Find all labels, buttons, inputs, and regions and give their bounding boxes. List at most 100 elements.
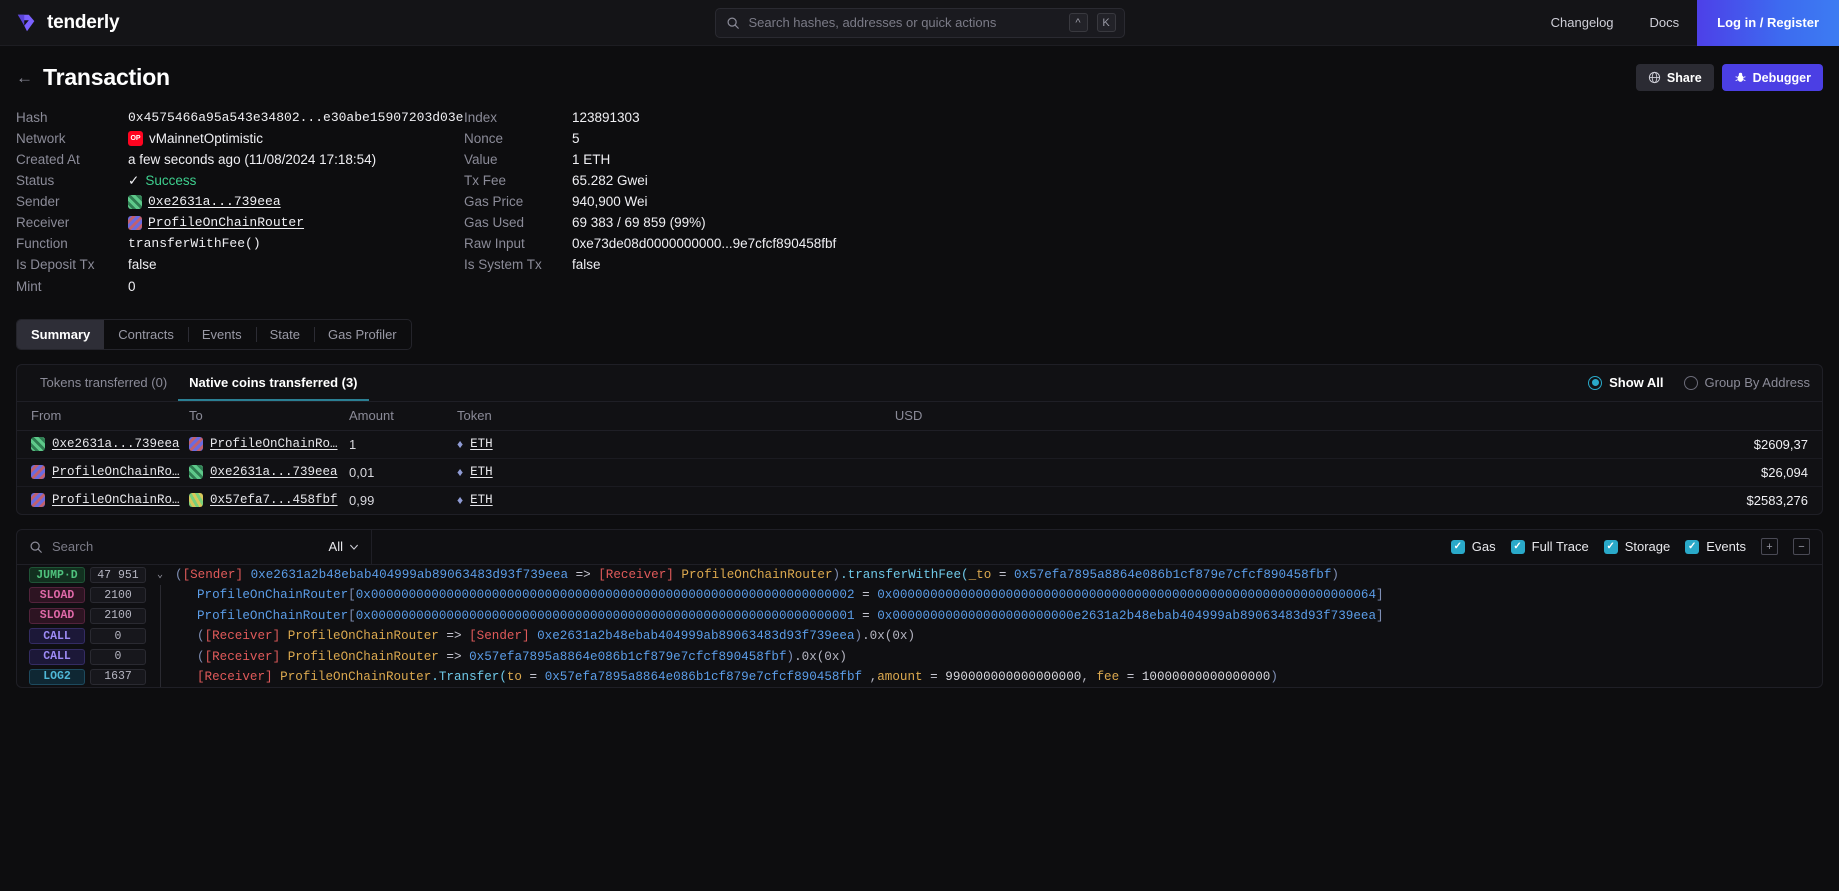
detail-label: Raw Input [464,236,525,252]
column-header-usd: USD [894,401,1822,431]
detail-value-text: 0 [128,278,136,294]
trace-row: LOG2 1637 [Receiver] ProfileOnChainRouter.… [17,666,1822,688]
detail-value: 69 383 / 69 859 (99%) [572,215,706,230]
gas-value: 2100 [90,587,146,604]
tab-gas-profiler[interactable]: Gas Profiler [314,320,411,349]
avatar-blue-icon [189,437,203,452]
trace-segment: .transferWithFee( [840,568,969,583]
toggle-full-trace[interactable]: ✓ Full Trace [1510,539,1589,554]
header-actions: Share Debugger [1635,64,1823,91]
tab-summary[interactable]: Summary [17,319,105,349]
back-arrow-icon[interactable]: ← [16,69,33,86]
trace-segment: fee [1096,669,1120,684]
trace-search-input[interactable] [52,539,320,555]
transfer-to-wrapper: 0x57efa7...458fbf [189,493,349,508]
share-button[interactable]: Share [1635,64,1714,91]
avatar-blue-icon [31,465,45,480]
detail-value-link[interactable]: 0xe2631a...739eea [148,194,281,209]
radio-group-by-address[interactable]: Group By Address [1683,375,1810,390]
trace-tree-line [155,626,165,647]
trace-search[interactable]: All [17,529,372,564]
trace-filter-select[interactable]: All [329,539,359,554]
detail-row: Network OP vMainnetOptimistic [16,128,464,149]
trace-segment: [Receiver] [204,649,288,664]
transfer-from-cell: ProfileOnChainRo… [17,486,189,514]
tab-state[interactable]: State [255,320,314,349]
trace-segment: ( [197,649,205,664]
trace-text: ([Receiver] ProfileOnChainRouter => 0x57… [165,650,847,664]
transfer-amount: 0,99 [349,492,375,508]
trace-tree-line [155,585,165,606]
trace-row-gutter: LOG2 1637 [17,668,155,685]
trace-segment: .Transfer( [431,669,507,684]
toggle-label: Events [1706,539,1746,555]
tab-contracts[interactable]: Contracts [104,320,188,349]
transfer-from-link[interactable]: ProfileOnChainRo… [52,493,180,507]
login-register-button[interactable]: Log in / Register [1697,0,1839,46]
toggle-events[interactable]: ✓ Events [1685,539,1746,554]
detail-value-link[interactable]: ProfileOnChainRouter [148,215,304,230]
transfers-table-body: 0xe2631a...739eea ProfileOnChainRo… 1 ♦ ETH $… [17,430,1822,514]
trace-segment: 0x57efa7895a8864e086b1cf879e7cfcf890458f… [469,649,787,664]
avatar-blue-icon [128,215,142,230]
trace-row-gutter: SLOAD 2100 [17,607,155,624]
debugger-button[interactable]: Debugger [1721,64,1823,91]
brand-logo[interactable]: tenderly [0,12,120,34]
subtab-native-coins-transferred[interactable]: Native coins transferred (3) [178,365,368,401]
token-link[interactable]: ETH [470,437,493,451]
global-search[interactable]: ^ K [714,7,1125,38]
transfer-to-link[interactable]: 0x57efa7...458fbf [210,493,338,507]
transfer-to-link[interactable]: ProfileOnChainRo… [210,437,338,451]
detail-row: Raw Input 0xe73de08d0000000000...9e7cfcf8… [464,234,836,255]
detail-label: Receiver [16,215,70,231]
radio-show-all[interactable]: Show All [1588,375,1664,390]
subtab-tokens-transferred[interactable]: Tokens transferred (0) [29,365,178,401]
transfer-from-link[interactable]: ProfileOnChainRo… [52,465,180,479]
nav-link-docs[interactable]: Docs [1632,0,1698,46]
nav-link-changelog[interactable]: Changelog [1533,0,1632,46]
token-link[interactable]: ETH [470,465,493,479]
tab-events[interactable]: Events [187,320,256,349]
trace-segment: [Receiver] [197,669,281,684]
toggle-storage[interactable]: ✓ Storage [1603,539,1670,554]
transfer-amount: 0,01 [349,464,375,480]
transfer-from-link[interactable]: 0xe2631a...739eea [52,437,180,451]
trace-tree-line [155,646,165,667]
expand-all-icon[interactable]: + [1761,538,1778,556]
transfers-panel: Tokens transferred (0) Native coins trans… [16,363,1823,515]
transfer-to-link[interactable]: 0xe2631a...739eea [210,465,338,479]
toggle-gas[interactable]: ✓ Gas [1450,539,1496,554]
detail-value: false [572,257,601,272]
trace-segment: [ [348,588,356,603]
detail-label: Hash [16,109,48,125]
globe-icon [1648,71,1661,84]
detail-value: ProfileOnChainRouter [128,215,304,230]
token-link[interactable]: ETH [470,493,493,507]
transfer-token-cell: ♦ ETH [457,458,895,487]
trace-segment: , [1081,669,1097,684]
transfers-header-row: From To Amount Token USD [17,401,1822,431]
column-header-amount: Amount [349,401,457,431]
trace-segment: _to [968,568,992,583]
detail-row: Tx Fee 65.282 Gwei [464,170,836,191]
detail-value-text: false [572,257,601,273]
trace-segment: ProfileOnChainRouter [287,629,439,644]
trace-expand-caret[interactable]: ⌄ [155,569,165,581]
transfer-token-cell: ♦ ETH [457,486,895,514]
global-search-input[interactable] [748,15,1060,30]
chevron-down-icon[interactable]: ⌄ [157,569,163,581]
trace-segment: = [922,669,946,684]
radio-dot-icon [1588,375,1603,390]
token-wrapper: ♦ ETH [457,465,895,479]
trace-filter-label: All [328,539,343,555]
detail-label: Gas Used [464,215,525,231]
avatar-blue-icon [31,493,45,508]
collapse-all-icon[interactable]: − [1793,538,1810,556]
search-shortcut-ctrl: ^ [1068,13,1088,32]
transfer-from-wrapper: ProfileOnChainRo… [31,465,189,480]
optimism-network-icon: OP [128,130,143,146]
detail-value-text: 5 [572,130,580,146]
transfer-usd: $2583,276 [1746,492,1808,508]
checkbox-icon: ✓ [1685,539,1700,554]
trace-segment: ] [1376,608,1384,623]
